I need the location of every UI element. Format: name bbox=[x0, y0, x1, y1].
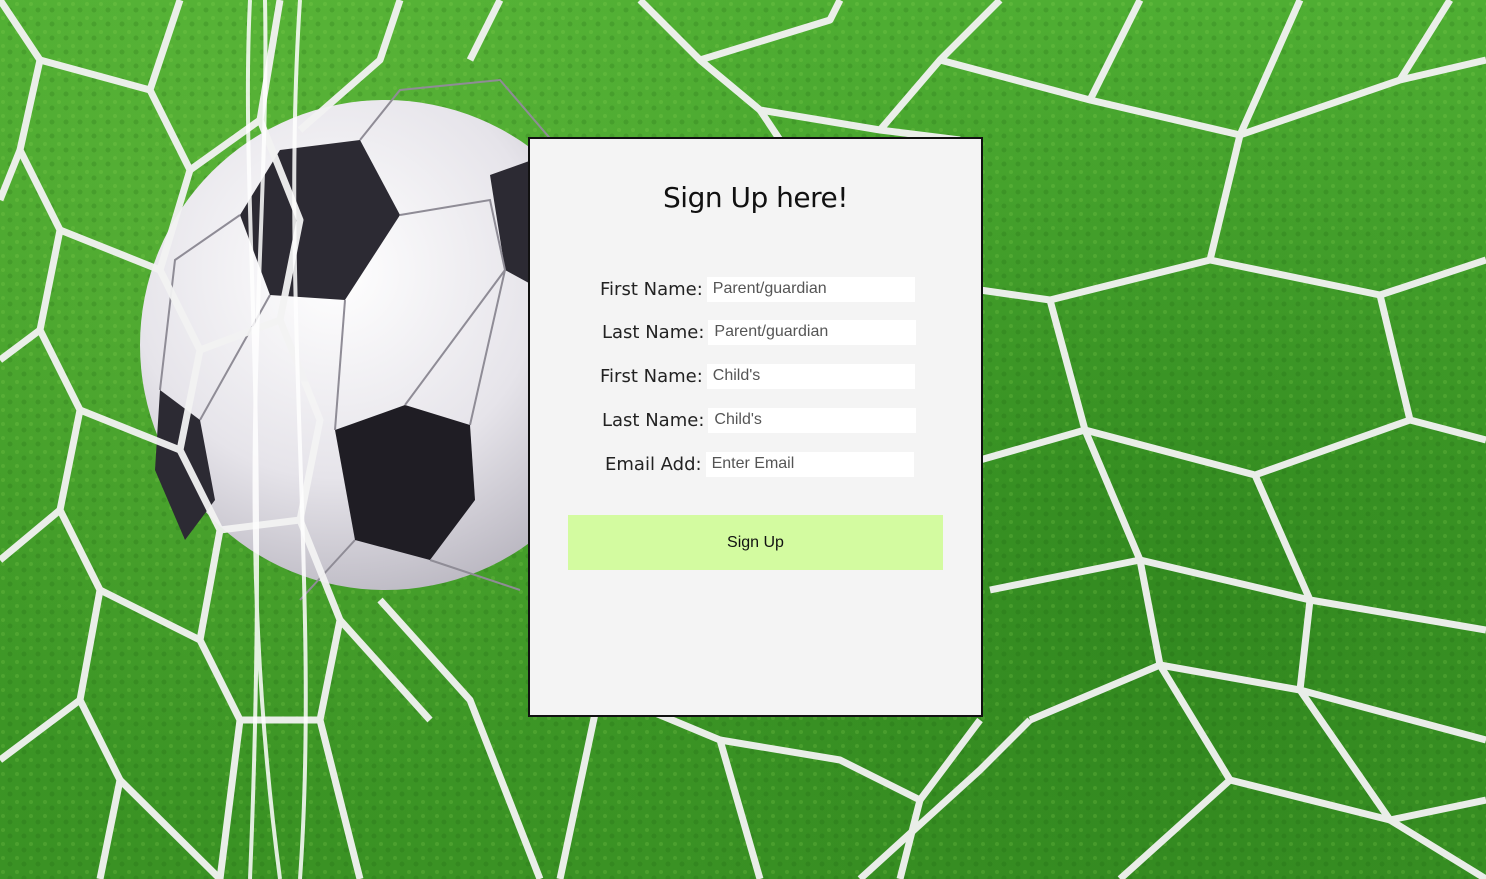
child-last-name-label: Last Name: bbox=[602, 409, 705, 431]
email-row: Email Add: bbox=[605, 451, 914, 477]
child-last-name-row: Last Name: bbox=[602, 407, 917, 433]
page-title: Sign Up here! bbox=[663, 181, 848, 214]
parent-last-name-label: Last Name: bbox=[602, 321, 705, 343]
child-first-name-input[interactable] bbox=[706, 363, 915, 389]
sign-up-button[interactable]: Sign Up bbox=[568, 515, 943, 570]
parent-last-name-input[interactable] bbox=[708, 319, 917, 345]
child-first-name-row: First Name: bbox=[600, 363, 915, 389]
child-first-name-label: First Name: bbox=[600, 365, 703, 387]
email-field[interactable] bbox=[705, 451, 914, 477]
signup-card: Sign Up here! First Name: Last Name: Fir… bbox=[528, 137, 983, 717]
parent-last-name-row: Last Name: bbox=[602, 319, 917, 345]
parent-first-name-row: First Name: bbox=[600, 276, 915, 302]
parent-first-name-input[interactable] bbox=[706, 276, 915, 302]
child-last-name-input[interactable] bbox=[708, 407, 917, 433]
email-label: Email Add: bbox=[605, 453, 702, 475]
parent-first-name-label: First Name: bbox=[600, 278, 703, 300]
